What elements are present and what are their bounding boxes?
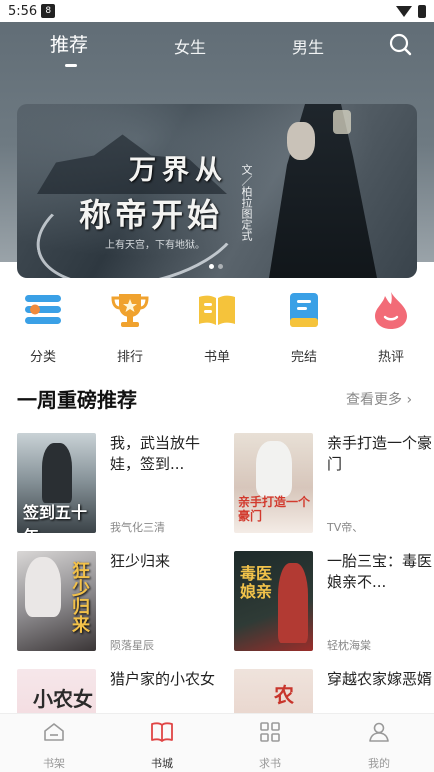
category-classify[interactable]: 分类 [8, 290, 78, 365]
cover-figure-art [25, 557, 61, 617]
banner-title-line1: 万界从 [129, 155, 228, 186]
book-card[interactable]: 毒医娘亲 一胎三宝：毒医娘亲不... 轻枕海棠 [234, 551, 434, 652]
section-title: 一周重磅推荐 [17, 388, 137, 412]
search-icon[interactable] [388, 32, 412, 56]
promo-banner[interactable]: 万界从 称帝开始 上有天宫，下有地狱。 文／柏拉图定式 [17, 104, 417, 278]
banner-lantern-art [333, 110, 351, 134]
book-author: 陨落星辰 [110, 639, 154, 652]
wifi-icon [396, 5, 412, 17]
tab-recommend[interactable]: 推荐 [50, 30, 88, 57]
cover-title: 小农女 [33, 687, 93, 711]
app-notification-icon: 8 [41, 4, 56, 18]
cover-title: 亲手打造一个豪门 [238, 495, 311, 523]
see-more-label: 查看更多 [346, 392, 402, 408]
cover-title: 签到五十年 [23, 503, 88, 533]
book-author: 我气化三清 [110, 521, 165, 534]
tab-female[interactable]: 女生 [174, 34, 206, 58]
list-icon [25, 295, 61, 324]
nav-mine[interactable]: 我的 [349, 720, 409, 771]
book-icon [290, 293, 318, 327]
pager-dot[interactable] [218, 264, 223, 269]
book-city-icon [151, 722, 173, 742]
book-author: TV帝、 [327, 521, 364, 534]
grid-icon [260, 722, 280, 742]
nav-label: 我的 [368, 757, 390, 770]
nav-request-book[interactable]: 求书 [240, 720, 300, 771]
cover-figure-art [278, 563, 308, 643]
nav-label: 书城 [151, 757, 173, 770]
category-booklist[interactable]: 书单 [182, 290, 252, 365]
top-tabs: 推荐 女生 男生 [0, 24, 434, 68]
active-tab-indicator [65, 64, 77, 67]
book-card[interactable]: 狂少归来 狂少归来 陨落星辰 [17, 551, 217, 652]
bottom-nav: 书架 书城 求书 我的 [0, 713, 434, 772]
book-card[interactable]: 签到五十年 我，武当放牛娃，签到... 我气化三清 [17, 433, 217, 534]
nav-bookshelf[interactable]: 书架 [24, 720, 84, 771]
battery-icon [418, 4, 426, 18]
nav-label: 书架 [43, 757, 65, 770]
book-cover: 亲手打造一个豪门 [234, 433, 313, 533]
cover-figure-art [256, 441, 292, 497]
book-cover: 毒医娘亲 [234, 551, 313, 651]
pager-dot[interactable] [209, 264, 214, 269]
open-book-icon [199, 295, 235, 325]
see-more-link[interactable]: 查看更多 › [346, 389, 412, 409]
book-title: 猎户家的小农女 [110, 670, 216, 688]
banner-author: 文／柏拉图定式 [240, 164, 253, 241]
banner-face-art [287, 122, 315, 160]
category-row: 分类 排行 书单 完结 热评 [0, 290, 434, 365]
banner-title-line2: 称帝开始 [79, 196, 224, 234]
book-cover: 签到五十年 [17, 433, 96, 533]
book-title: 亲手打造一个豪门 [327, 434, 433, 473]
book-card[interactable]: 亲手打造一个豪门 亲手打造一个豪门 TV帝、 [234, 433, 434, 534]
cover-title: 狂少归来 [69, 561, 90, 633]
category-label: 排行 [116, 350, 143, 365]
trophy-icon [111, 294, 149, 327]
bookshelf-icon [44, 723, 64, 741]
cover-title: 毒医娘亲 [240, 564, 273, 601]
book-title: 穿越农家嫁恶婿 [327, 670, 433, 688]
category-label: 热评 [377, 350, 404, 365]
book-title: 我，武当放牛娃，签到... [110, 434, 201, 473]
status-bar: 5:56 8 [0, 0, 434, 22]
category-rank[interactable]: 排行 [95, 290, 165, 365]
book-author: 轻枕海棠 [327, 639, 371, 652]
category-label: 分类 [29, 350, 56, 365]
category-label: 完结 [290, 350, 317, 365]
book-title: 一胎三宝：毒医娘亲不... [327, 552, 433, 591]
category-hot-review[interactable]: 热评 [356, 290, 426, 365]
chevron-right-icon: › [406, 392, 413, 408]
banner-subtitle: 上有天宫，下有地狱。 [105, 240, 205, 251]
book-title: 狂少归来 [110, 552, 171, 570]
category-label: 书单 [203, 350, 230, 365]
category-completed[interactable]: 完结 [269, 290, 339, 365]
user-icon [369, 722, 389, 742]
book-cover: 狂少归来 [17, 551, 96, 651]
flame-icon [375, 292, 407, 329]
banner-pager [209, 264, 223, 269]
cover-figure-art [42, 443, 72, 503]
tab-male[interactable]: 男生 [292, 34, 324, 58]
nav-label: 求书 [259, 757, 281, 770]
status-time: 5:56 [8, 3, 38, 19]
nav-book-city[interactable]: 书城 [132, 720, 192, 771]
